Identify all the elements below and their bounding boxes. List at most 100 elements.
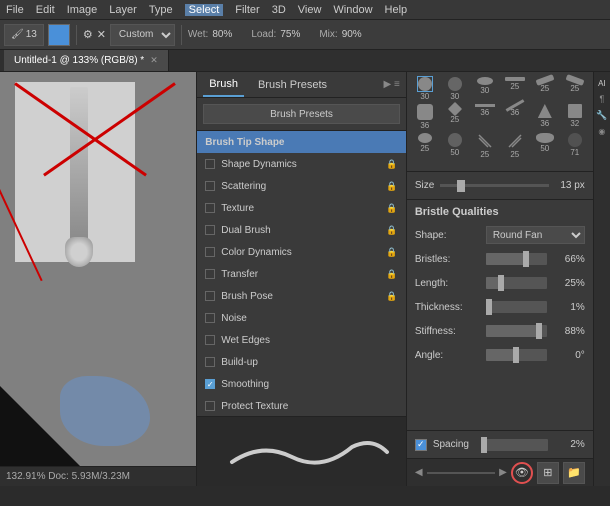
tip-item-9[interactable]: 36 [501, 103, 529, 130]
menu-file[interactable]: File [6, 4, 24, 16]
dual-brush-check[interactable] [205, 225, 215, 235]
color-dynamics-check[interactable] [205, 247, 215, 257]
color-dynamics-option[interactable]: Color Dynamics 🔒 [197, 241, 406, 263]
scattering-check[interactable] [205, 181, 215, 191]
brush-presets-tab[interactable]: Brush Presets [252, 72, 333, 97]
brush-tab[interactable]: Brush [203, 72, 244, 97]
tip-item-4[interactable]: 25 [531, 76, 559, 101]
right-tools-panel: AI ¶ 🔧 ◉ [593, 72, 610, 486]
brush-pose-option[interactable]: Brush Pose 🔒 [197, 285, 406, 307]
stiffness-slider[interactable] [486, 325, 547, 337]
scroll-right-icon[interactable]: ▶ [499, 467, 507, 478]
tip-item-14[interactable]: 25 [471, 132, 499, 159]
brush-presets-button[interactable]: Brush Presets [203, 104, 400, 124]
buildup-check[interactable] [205, 357, 215, 367]
angle-slider-thumb[interactable] [513, 347, 519, 363]
length-slider[interactable] [486, 277, 547, 289]
menu-window[interactable]: Window [333, 4, 372, 16]
angle-slider[interactable] [486, 349, 547, 361]
spacing-checkmark-icon: ✓ [417, 439, 425, 450]
tip-item-6[interactable]: 36 [411, 103, 439, 130]
bristles-slider-thumb[interactable] [523, 251, 529, 267]
tip-item-1[interactable]: 30 [441, 76, 469, 101]
settings-icon-btn[interactable]: ⊞ [537, 462, 559, 484]
tab-close-btn[interactable]: ✕ [150, 55, 158, 66]
tip-item-15[interactable]: 25 [501, 132, 529, 159]
tip-item-2[interactable]: 30 [471, 76, 499, 101]
bottom-scrollbar[interactable] [427, 472, 496, 474]
dual-brush-option[interactable]: Dual Brush 🔒 [197, 219, 406, 241]
thickness-slider[interactable] [486, 301, 547, 313]
texture-check[interactable] [205, 203, 215, 213]
buildup-option[interactable]: Build-up [197, 351, 406, 373]
folder-icon-btn[interactable]: 📁 [563, 462, 585, 484]
menu-image[interactable]: Image [67, 4, 98, 16]
right-tool-circle[interactable]: ◉ [595, 124, 609, 138]
transfer-check[interactable] [205, 269, 215, 279]
canvas-area[interactable]: 132.91% Doc: 5.93M/3.23M [0, 72, 197, 486]
noise-option[interactable]: Noise [197, 307, 406, 329]
tip-item-3[interactable]: 25 [501, 76, 529, 101]
spacing-slider[interactable] [481, 439, 548, 451]
menu-select[interactable]: Select [185, 4, 224, 16]
menu-3d[interactable]: 3D [272, 4, 286, 16]
shape-dynamics-option[interactable]: Shape Dynamics 🔒 [197, 153, 406, 175]
spacing-checkbox[interactable]: ✓ [415, 439, 427, 451]
brush-pose-check[interactable] [205, 291, 215, 301]
menu-layer[interactable]: Layer [109, 4, 137, 16]
texture-option[interactable]: Texture 🔒 [197, 197, 406, 219]
scroll-left-icon[interactable]: ◀ [415, 467, 423, 478]
protect-texture-option[interactable]: Protect Texture [197, 395, 406, 416]
wet-edges-check[interactable] [205, 335, 215, 345]
spacing-slider-thumb[interactable] [481, 437, 487, 453]
preset-select[interactable]: Custom [110, 24, 175, 46]
tip-shape-17 [567, 132, 583, 148]
stiffness-slider-thumb[interactable] [536, 323, 542, 339]
menu-edit[interactable]: Edit [36, 4, 55, 16]
scattering-option[interactable]: Scattering 🔒 [197, 175, 406, 197]
brush-tool-btn[interactable]: 🖌 13 [4, 24, 44, 46]
tip-item-7[interactable]: 25 [441, 103, 469, 130]
tip-item-16[interactable]: 50 [531, 132, 559, 159]
tip-item-11[interactable]: 32 [561, 103, 589, 130]
tip-item-0[interactable]: 30 [411, 76, 439, 101]
menu-view[interactable]: View [298, 4, 322, 16]
bristles-slider[interactable] [486, 253, 547, 265]
length-slider-thumb[interactable] [498, 275, 504, 291]
size-slider-thumb[interactable] [457, 180, 465, 192]
menu-type[interactable]: Type [149, 4, 173, 16]
tip-item-13[interactable]: 50 [441, 132, 469, 159]
shape-dynamics-check[interactable] [205, 159, 215, 169]
shape-select[interactable]: Round Fan [486, 226, 585, 244]
menu-help[interactable]: Help [385, 4, 408, 16]
protect-texture-check[interactable] [205, 401, 215, 411]
shape-row-label: Shape: [415, 230, 480, 241]
smoothing-check[interactable] [205, 379, 215, 389]
length-row: Length: 25% [415, 274, 585, 292]
menu-filter[interactable]: Filter [235, 4, 259, 16]
tip-item-12[interactable]: 25 [411, 132, 439, 159]
tip-item-5[interactable]: 25 [561, 76, 589, 101]
right-tool-wrench[interactable]: 🔧 [595, 108, 609, 122]
size-slider-track[interactable] [440, 184, 549, 187]
brush-tip-shape-option[interactable]: Brush Tip Shape [197, 131, 406, 153]
texture-label: Texture [221, 203, 380, 214]
angle-value: 0° [553, 350, 585, 361]
tip-shape-9 [504, 103, 526, 108]
document-tab[interactable]: Untitled-1 @ 133% (RGB/8) * ✕ [4, 50, 169, 71]
wet-edges-option[interactable]: Wet Edges [197, 329, 406, 351]
highlighted-icon-btn[interactable]: 👁 [511, 462, 533, 484]
tip-shape-13 [447, 132, 463, 148]
thickness-slider-thumb[interactable] [486, 299, 492, 315]
tip-item-10[interactable]: 36 [531, 103, 559, 130]
transfer-option[interactable]: Transfer 🔒 [197, 263, 406, 285]
tip-size-0: 30 [420, 92, 429, 101]
noise-check[interactable] [205, 313, 215, 323]
smoothing-option[interactable]: Smoothing [197, 373, 406, 395]
mix-value: 90% [342, 29, 377, 40]
tip-item-8[interactable]: 36 [471, 103, 499, 130]
right-tool-ai[interactable]: AI [595, 76, 609, 90]
brush-color-swatch[interactable] [48, 24, 70, 46]
right-tool-paragraph[interactable]: ¶ [595, 92, 609, 106]
tip-item-17[interactable]: 71 [561, 132, 589, 159]
